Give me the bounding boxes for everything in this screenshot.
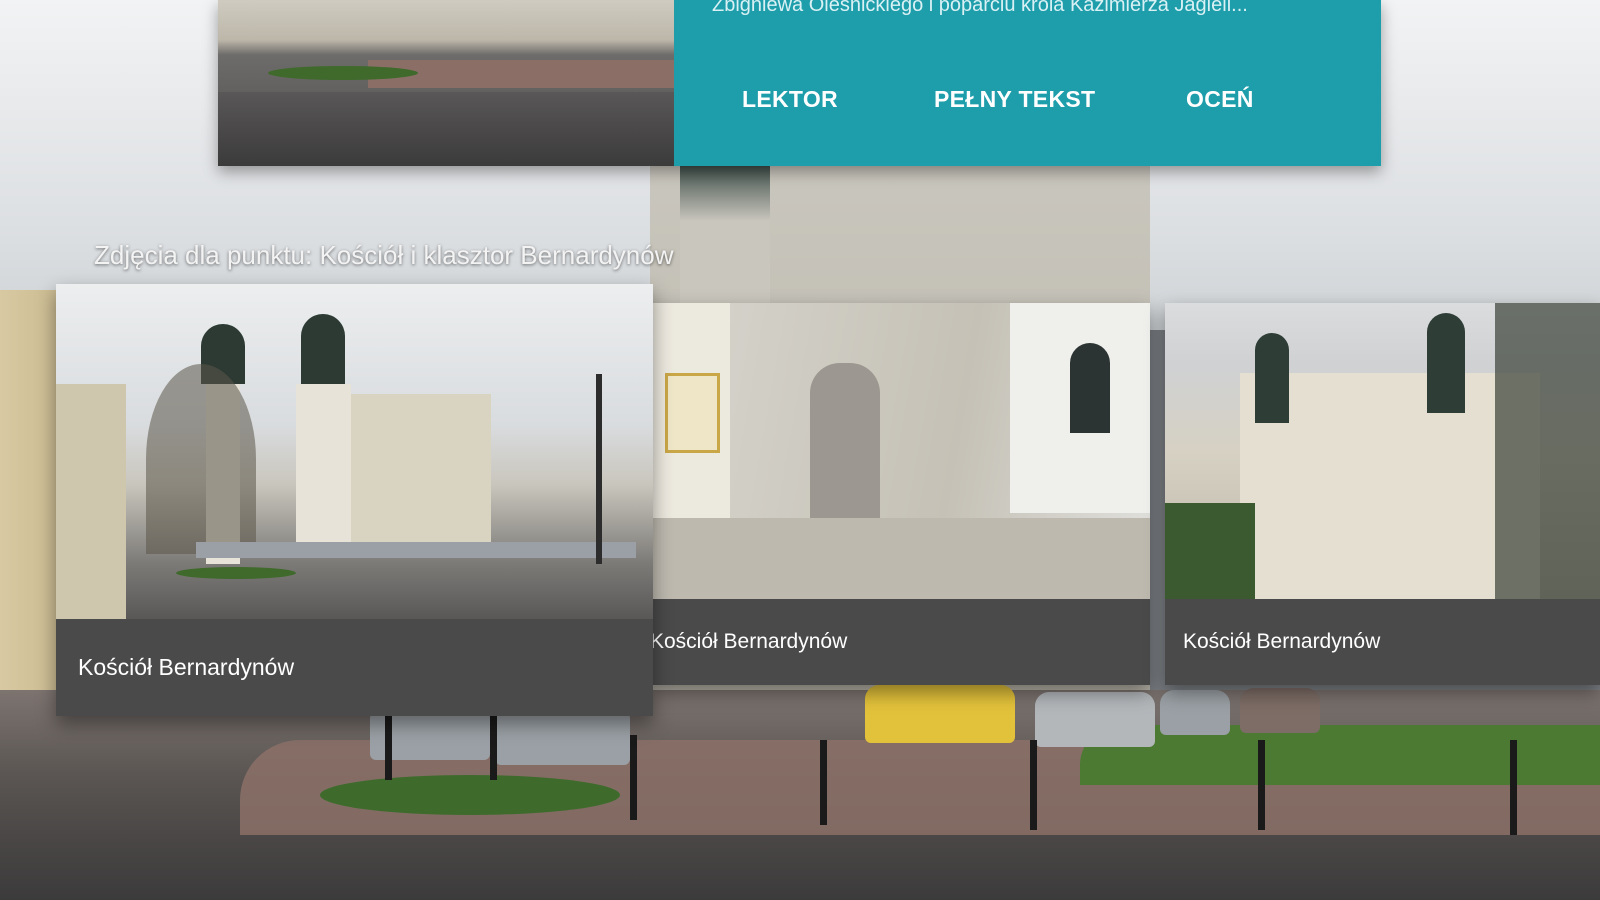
photo-caption: Kościół Bernardynów: [650, 599, 1150, 685]
photo-caption-text: Kościół Bernardynów: [1183, 630, 1381, 653]
gallery-title: Zdjęcia dla punktu: Kościół i klasztor B…: [94, 240, 674, 270]
photo-card-selected[interactable]: Kościół Bernardynów: [56, 284, 653, 716]
photo-caption: Kościół Bernardynów: [1165, 599, 1600, 685]
photo-card[interactable]: Kościół Bernardynów: [650, 303, 1150, 685]
point-info-card: Zbigniewa Oleśnickiego i poparciu króla …: [218, 0, 1381, 166]
photo-caption: Kościół Bernardynów: [56, 619, 653, 716]
full-text-button[interactable]: PEŁNY TEKST: [934, 86, 1186, 113]
rate-button[interactable]: OCEŃ: [1186, 86, 1306, 113]
point-info-panel: Zbigniewa Oleśnickiego i poparciu króla …: [674, 0, 1381, 166]
photo-card[interactable]: Kościół Bernardynów: [1165, 303, 1600, 685]
action-bar: LEKTOR PEŁNY TEKST OCEŃ: [742, 86, 1306, 113]
photo-caption-text: Kościół Bernardynów: [78, 654, 295, 680]
description-excerpt: Zbigniewa Oleśnickiego i poparciu króla …: [712, 0, 1248, 16]
point-thumbnail: [218, 0, 674, 166]
church-photo: [650, 303, 1150, 599]
lektor-button[interactable]: LEKTOR: [742, 86, 934, 113]
photo-caption-text: Kościół Bernardynów: [650, 630, 848, 653]
church-photo: [56, 284, 653, 619]
church-photo: [1165, 303, 1600, 599]
